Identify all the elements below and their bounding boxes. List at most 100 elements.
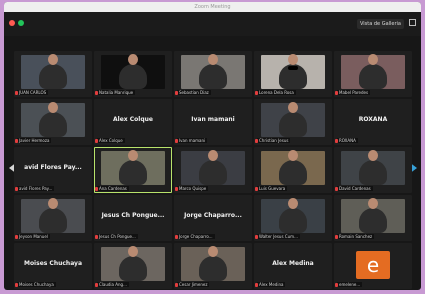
mic-muted-icon bbox=[255, 187, 258, 191]
face-mask bbox=[288, 66, 298, 70]
participant-caption: Luis Guevara bbox=[257, 186, 288, 191]
participant-tile[interactable]: Alex Medina Alex Medina bbox=[254, 243, 332, 289]
participant-caption: Marco Quispe bbox=[177, 186, 209, 191]
mic-muted-icon bbox=[95, 139, 98, 143]
person-silhouette bbox=[199, 150, 227, 185]
participant-tile[interactable]: Javier Hermoza bbox=[14, 99, 92, 145]
participant-tile[interactable]: Moises Chuchaya Moises Chuchaya bbox=[14, 243, 92, 289]
person-silhouette bbox=[359, 150, 387, 185]
participant-tile[interactable]: ROXANA ROXANA bbox=[334, 99, 412, 145]
participant-name-label: Jesus Ch Pongue... bbox=[101, 212, 165, 219]
participant-tile[interactable]: Alex Colque Alex Colque bbox=[94, 99, 172, 145]
participant-caption: emelene... bbox=[337, 282, 363, 287]
participant-video bbox=[341, 150, 405, 185]
participant-tile[interactable]: Jorge Chaparro... Jorge Chaparro... bbox=[174, 195, 252, 241]
person-silhouette bbox=[279, 150, 307, 185]
mic-muted-icon bbox=[15, 235, 18, 239]
mic-muted-icon bbox=[175, 139, 178, 143]
person-silhouette bbox=[119, 54, 147, 89]
participant-video bbox=[181, 54, 245, 89]
participant-video bbox=[101, 150, 165, 185]
participant-name-label: avid Flores Pay... bbox=[24, 164, 82, 171]
mic-muted-icon bbox=[175, 91, 178, 95]
mic-muted-icon bbox=[255, 139, 258, 143]
participant-tile[interactable]: Cesar Jimenez bbox=[174, 243, 252, 289]
gallery-view-button[interactable]: Vista de Galleria bbox=[356, 19, 404, 29]
participant-name-label: Alex Colque bbox=[113, 116, 153, 123]
mic-muted-icon bbox=[335, 283, 338, 287]
person-silhouette bbox=[119, 150, 147, 185]
participant-caption: Romain Sanchez bbox=[337, 234, 375, 239]
mic-muted-icon bbox=[15, 283, 18, 287]
participant-tile[interactable]: Natalia Manrique bbox=[94, 51, 172, 97]
mic-muted-icon bbox=[95, 283, 98, 287]
participant-name-label: Alex Medina bbox=[272, 260, 314, 267]
participant-caption: JUAN CARLOS bbox=[17, 90, 49, 95]
participant-tile[interactable]: Luis Guevara bbox=[254, 147, 332, 193]
participant-tile[interactable]: Marco Quispe bbox=[174, 147, 252, 193]
participant-tile[interactable]: Christian Jesus bbox=[254, 99, 332, 145]
participant-video bbox=[261, 102, 325, 137]
participant-tile[interactable]: Lorena Dela Rosa bbox=[254, 51, 332, 97]
person-silhouette bbox=[39, 54, 67, 89]
participant-caption: Ivan mamani bbox=[177, 138, 208, 143]
participant-tile[interactable]: e emelene... bbox=[334, 243, 412, 289]
participant-caption: Alex Colque bbox=[97, 138, 125, 143]
security-icon[interactable] bbox=[18, 20, 24, 26]
person-silhouette bbox=[279, 54, 307, 89]
participant-tile[interactable]: Jeyson Manuel bbox=[14, 195, 92, 241]
person-silhouette bbox=[119, 246, 147, 281]
participant-caption: Claudia Ang... bbox=[97, 282, 129, 287]
participant-caption: David Cardenas bbox=[337, 186, 373, 191]
person-silhouette bbox=[359, 198, 387, 233]
mic-muted-icon bbox=[175, 235, 178, 239]
participant-video bbox=[101, 54, 165, 89]
participant-tile[interactable]: Claudia Ang... bbox=[94, 243, 172, 289]
participant-caption: Moises Chuchaya bbox=[17, 282, 56, 287]
fullscreen-icon[interactable] bbox=[409, 19, 416, 26]
participant-name-label: Jorge Chaparro... bbox=[184, 212, 242, 219]
participant-tile[interactable]: Ana Cardenas bbox=[94, 147, 172, 193]
participant-video bbox=[21, 102, 85, 137]
mic-muted-icon bbox=[95, 235, 98, 239]
mic-muted-icon bbox=[175, 283, 178, 287]
person-silhouette bbox=[39, 198, 67, 233]
participant-tile[interactable]: Walter Jesus Cum... bbox=[254, 195, 332, 241]
participant-tile[interactable]: David Cardenas bbox=[334, 147, 412, 193]
participant-tile[interactable]: Romain Sanchez bbox=[334, 195, 412, 241]
participant-tile[interactable]: Mabel Paredes bbox=[334, 51, 412, 97]
participant-tile[interactable]: Jesus Ch Pongue... Jesus Ch Pongue... bbox=[94, 195, 172, 241]
mic-muted-icon bbox=[95, 91, 98, 95]
participant-name-label: Ivan mamani bbox=[191, 116, 235, 123]
participant-video bbox=[181, 246, 245, 281]
mic-muted-icon bbox=[335, 139, 338, 143]
person-silhouette bbox=[39, 102, 67, 137]
participant-video bbox=[261, 54, 325, 89]
participant-tile[interactable]: avid Flores Pay... avid Flores Pay... bbox=[14, 147, 92, 193]
close-window-icon[interactable] bbox=[9, 20, 15, 26]
participant-caption: Natalia Manrique bbox=[97, 90, 136, 95]
person-silhouette bbox=[199, 54, 227, 89]
participant-video bbox=[341, 198, 405, 233]
mic-muted-icon bbox=[95, 187, 98, 191]
participant-caption: Jorge Chaparro... bbox=[177, 234, 215, 239]
mic-muted-icon bbox=[255, 283, 258, 287]
participant-tile[interactable]: Ivan mamani Ivan mamani bbox=[174, 99, 252, 145]
participant-video bbox=[341, 54, 405, 89]
participant-caption: Jeyson Manuel bbox=[17, 234, 50, 239]
participant-tile[interactable]: JUAN CARLOS bbox=[14, 51, 92, 97]
participant-video bbox=[181, 150, 245, 185]
mic-muted-icon bbox=[255, 235, 258, 239]
participant-caption: Walter Jesus Cum... bbox=[257, 234, 300, 239]
mic-muted-icon bbox=[335, 187, 338, 191]
participant-tile[interactable]: Sebastian Diaz bbox=[174, 51, 252, 97]
participant-name-label: ROXANA bbox=[358, 116, 388, 123]
participant-caption: Javier Hermoza bbox=[17, 138, 52, 143]
zoom-window: Zoom Meeting Vista de Galleria JUAN CARL… bbox=[4, 2, 421, 290]
person-silhouette bbox=[279, 198, 307, 233]
participant-caption: Cesar Jimenez bbox=[177, 282, 210, 287]
mic-muted-icon bbox=[15, 139, 18, 143]
mic-muted-icon bbox=[15, 187, 18, 191]
avatar: e bbox=[356, 251, 390, 279]
participant-grid: JUAN CARLOS Natalia Manrique Sebastian Dia… bbox=[14, 51, 413, 289]
